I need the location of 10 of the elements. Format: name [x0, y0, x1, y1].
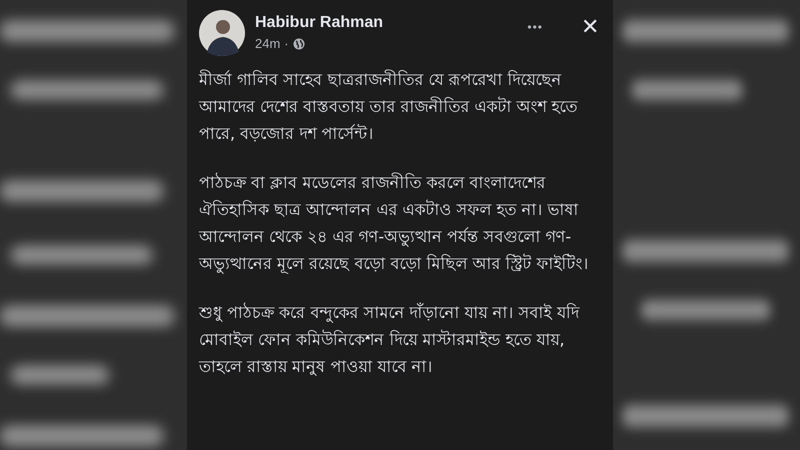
separator: · — [284, 36, 289, 51]
post-paragraph: পাঠচক্র বা ক্লাব মডেলের রাজনীতি করলে বাংলাদেশের ঐতিহাসিক ছাত্র আন্দোলন এর একটাও সফল হত না। ভাষা আন্দোলন থেকে ২৪ এর গণ-অভ্যুত্থান পর্যন্ত সবগুলো গণ-অভ্যুত্থানের মূলে রয়েছে বড়ো বড়ো মিছিল আর স্ট্রিট ফাইটিং। — [199, 172, 590, 276]
author-name[interactable]: Habibur Rahman — [255, 14, 384, 32]
globe-icon[interactable] — [292, 38, 305, 50]
post-paragraph: শুধু পাঠচক্র করে বন্দুকের সামনে দাঁড়ানো যায় না। সবাই যদি মোবাইল ফোন কমিউনিকেশন দিয়ে মাস্টারমাইন্ড হতে যায়, তাহলে রাস্তায় মানুষ পাওয়া যাবে না। — [199, 302, 581, 378]
avatar — [199, 10, 245, 56]
post-time[interactable]: 24m — [255, 36, 280, 51]
close-button[interactable]: ✕ — [577, 14, 603, 40]
more-button[interactable]: ••• — [523, 14, 547, 40]
post-paragraph: মীর্জা গালিব সাহেব ছাত্ররাজনীতির যে রূপরেখা দিয়েছেন আমাদের দেশের বাস্তবতায় তার রাজনীতির একটা অংশ হতে পারে, বড়জোর দশ পার্সেন্ট। — [199, 68, 579, 145]
